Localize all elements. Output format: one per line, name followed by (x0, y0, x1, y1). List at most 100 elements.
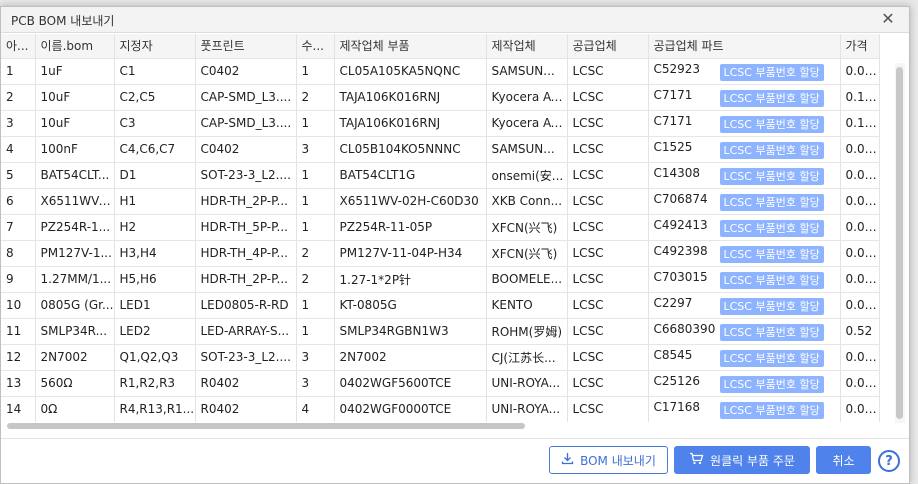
cell-manufacturer-part: TAJA106K016RNJ (334, 110, 487, 137)
bom-export-button[interactable]: BOM 내보내기 (549, 446, 668, 474)
table-row[interactable]: 2 10uF C2,C5 CAP-SMD_L3.... 2 TAJA106K016RNJ K… (1, 84, 880, 111)
assign-lcsc-part-button[interactable]: LCSC 부품번호 할당 (719, 115, 824, 133)
cell-footprint: SOT-23-3_L2.... (195, 162, 297, 189)
dialog-title: PCB BOM 내보내기 (11, 14, 115, 28)
cell-manufacturer: SAMSUN... (486, 58, 568, 85)
cell-manufacturer-part: PM127V-11-04P-H34 (334, 240, 487, 267)
horizontal-scrollbar[interactable] (1, 421, 897, 431)
supplier-part-code: C703015 (653, 269, 708, 284)
cell-manufacturer-part: 1.27-1*2P针 (334, 266, 487, 293)
horizontal-scroll-thumb[interactable] (7, 423, 525, 429)
table-row[interactable]: 9 1.27MM/1... H5,H6 HDR-TH_2P-P... 2 1.27-1*2… (1, 266, 880, 293)
cell-price: 0.034 (840, 214, 880, 241)
cell-quantity: 2 (296, 240, 335, 267)
cell-price: 0.136 (840, 84, 880, 111)
assign-lcsc-part-button[interactable]: LCSC 부품번호 할당 (719, 297, 824, 315)
supplier-part-code: C14308 (653, 165, 701, 180)
cell-manufacturer-part: CL05B104KO5NNNC (334, 136, 487, 163)
footer-divider (1, 438, 909, 439)
header-manufacturer-part[interactable]: 제작업체 부품 (334, 34, 487, 59)
cell-quantity: 3 (296, 344, 335, 371)
table-row[interactable]: 12 2N7002 Q1,Q2,Q3 SOT-23-3_L2.... 3 2N7002 CJ… (1, 344, 880, 371)
cell-manufacturer: XFCN(兴飞) (486, 214, 568, 241)
cell-footprint: R0402 (195, 370, 297, 397)
header-index[interactable]: 아... (1, 34, 36, 59)
assign-lcsc-part-button[interactable]: LCSC 부품번호 할당 (719, 245, 824, 263)
table-row[interactable]: 5 BAT54CLT... D1 SOT-23-3_L2.... 1 BAT54CLT1G… (1, 162, 880, 189)
assign-lcsc-part-button[interactable]: LCSC 부품번호 할당 (719, 349, 824, 367)
header-quantity[interactable]: 수... (296, 34, 335, 59)
table-row[interactable]: 14 0Ω R4,R13,R1... R0402 4 0402WGF0000TCE UNI-… (1, 396, 880, 422)
assign-lcsc-part-button[interactable]: LCSC 부품번호 할당 (719, 141, 824, 159)
cell-supplier-part: C25126 LCSC 부품번호 할당 (648, 370, 841, 397)
bom-table-container: 아... 이름.bom 지정자 풋프린트 수... 제작업체 부품 제작업체 공… (1, 34, 897, 422)
cell-footprint: CAP-SMD_L3.... (195, 110, 297, 137)
table-row[interactable]: 10 0805G (Gr... LED1 LED0805-R-RD 1 KT-0805G K… (1, 292, 880, 319)
header-manufacturer[interactable]: 제작업체 (486, 34, 568, 59)
cell-name: 1.27MM/1... (35, 266, 115, 293)
cell-quantity: 4 (296, 396, 335, 422)
table-row[interactable]: 13 560Ω R1,R2,R3 R0402 3 0402WGF5600TCE UNI-RO… (1, 370, 880, 397)
assign-lcsc-part-button[interactable]: LCSC 부품번호 할당 (719, 375, 824, 393)
vertical-scroll-thumb[interactable] (896, 67, 903, 419)
cell-index: 13 (1, 370, 36, 397)
header-designator[interactable]: 지정자 (114, 34, 196, 59)
one-click-order-button[interactable]: 원클릭 부품 주문 (674, 446, 810, 474)
header-price[interactable]: 가격 (840, 34, 880, 59)
assign-lcsc-part-button[interactable]: LCSC 부품번호 할당 (719, 167, 824, 185)
cancel-button[interactable]: 취소 (816, 446, 871, 474)
cell-name: PM127V-1... (35, 240, 115, 267)
table-row[interactable]: 1 1uF C1 C0402 1 CL05A105KA5NQNC SAMSUN... LCSC… (1, 58, 880, 85)
supplier-part-code: C706874 (653, 191, 708, 206)
cell-footprint: C0402 (195, 58, 297, 85)
cell-manufacturer: UNI-ROYA... (486, 370, 568, 397)
cell-name: 100nF (35, 136, 115, 163)
supplier-part-code: C492398 (653, 243, 708, 258)
assign-lcsc-part-button[interactable]: LCSC 부품번호 할당 (719, 89, 824, 107)
table-row[interactable]: 4 100nF C4,C6,C7 C0402 3 CL05B104KO5NNNC SAMSU… (1, 136, 880, 163)
cell-price: 0.003 (840, 58, 880, 85)
cell-quantity: 1 (296, 292, 335, 319)
table-row[interactable]: 8 PM127V-1... H3,H4 HDR-TH_4P-P... 2 PM127V-1… (1, 240, 880, 267)
close-icon[interactable]: ✕ (879, 10, 897, 28)
assign-lcsc-part-button[interactable]: LCSC 부품번호 할당 (719, 323, 824, 341)
cell-manufacturer: SAMSUN... (486, 136, 568, 163)
cell-manufacturer: ROHM(罗姆) (486, 318, 568, 345)
cell-manufacturer-part: 0402WGF5600TCE (334, 370, 487, 397)
cell-index: 2 (1, 84, 36, 111)
table-row[interactable]: 6 X6511WV-... H1 HDR-TH_2P-P... 1 X6511WV-02H… (1, 188, 880, 215)
cell-price: 0.52 (840, 318, 880, 345)
cell-manufacturer-part: 0402WGF0000TCE (334, 396, 487, 422)
help-icon[interactable]: ? (878, 450, 900, 472)
assign-lcsc-part-button[interactable]: LCSC 부품번호 할당 (719, 63, 824, 81)
dialog-titlebar: PCB BOM 내보내기 ✕ (1, 7, 909, 33)
cell-manufacturer: CJ(江苏长... (486, 344, 568, 371)
cell-manufacturer: XFCN(兴飞) (486, 240, 568, 267)
cell-manufacturer: BOOMELE... (486, 266, 568, 293)
cell-manufacturer-part: TAJA106K016RNJ (334, 84, 487, 111)
cell-name: BAT54CLT... (35, 162, 115, 189)
header-supplier-part[interactable]: 공급업체 파트 (648, 34, 841, 59)
table-row[interactable]: 11 SMLP34R... LED2 LED-ARRAY-S... 1 SMLP34RGB… (1, 318, 880, 345)
cell-name: 560Ω (35, 370, 115, 397)
header-supplier[interactable]: 공급업체 (567, 34, 649, 59)
cell-price: 0.015 (840, 344, 880, 371)
cell-manufacturer-part: PZ254R-11-05P (334, 214, 487, 241)
table-row[interactable]: 7 PZ254R-1... H2 HDR-TH_5P-P... 1 PZ254R-11-0… (1, 214, 880, 241)
vertical-scrollbar[interactable] (895, 63, 905, 423)
assign-lcsc-part-button[interactable]: LCSC 부품번호 할당 (719, 401, 824, 419)
header-footprint[interactable]: 풋프린트 (195, 34, 297, 59)
bom-export-dialog: PCB BOM 내보내기 ✕ 아... 이름.bom 지정자 풋프린트 수...… (0, 6, 910, 484)
cell-price: 0.001 (840, 136, 880, 163)
header-name[interactable]: 이름.bom (35, 34, 115, 59)
assign-lcsc-part-button[interactable]: LCSC 부품번호 할당 (719, 193, 824, 211)
cell-designator: C1 (114, 58, 196, 85)
cell-footprint: C0402 (195, 136, 297, 163)
cell-index: 12 (1, 344, 36, 371)
assign-lcsc-part-button[interactable]: LCSC 부품번호 할당 (719, 271, 824, 289)
cell-designator: Q1,Q2,Q3 (114, 344, 196, 371)
table-row[interactable]: 3 10uF C3 CAP-SMD_L3.... 1 TAJA106K016RNJ Kyoc… (1, 110, 880, 137)
assign-lcsc-part-button[interactable]: LCSC 부품번호 할당 (719, 219, 824, 237)
cell-supplier: LCSC (567, 214, 649, 241)
supplier-part-code: C1525 (653, 139, 693, 154)
